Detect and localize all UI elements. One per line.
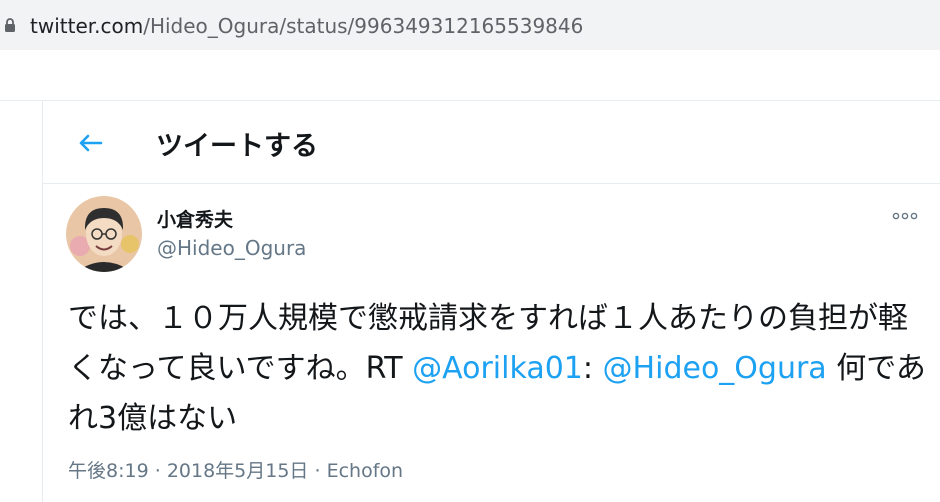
tweet-source[interactable]: Echofon xyxy=(327,460,403,482)
tweet-text-part: : xyxy=(582,351,603,386)
tweet-page-header: ツイートする xyxy=(43,101,940,184)
more-dots-icon xyxy=(892,212,918,220)
lock-icon[interactable] xyxy=(2,17,18,33)
tweet-date[interactable]: 2018年5月15日 xyxy=(167,460,309,482)
arrow-left-icon xyxy=(79,134,103,152)
browser-address-bar[interactable]: twitter.com/Hideo_Ogura/status/996349312… xyxy=(0,0,940,51)
tweet-meta: 午後8:19 · 2018年5月15日 · Echofon xyxy=(68,456,403,483)
tweet-text: では、１０万人規模で懲戒請求をすれば１人あたりの負担が軽くなって良いですね。RT… xyxy=(68,294,928,444)
page-title: ツイートする xyxy=(156,131,318,162)
avatar[interactable] xyxy=(66,196,142,272)
mention-link[interactable]: @Hideo_Ogura xyxy=(603,351,827,386)
author-handle[interactable]: @Hideo_Ogura xyxy=(157,236,306,260)
mention-link[interactable]: @Aorilka01 xyxy=(412,351,583,386)
url-domain: twitter.com xyxy=(30,14,144,38)
meta-separator: · xyxy=(154,460,161,482)
tweet-time[interactable]: 午後8:19 xyxy=(68,460,149,482)
author-name[interactable]: 小倉秀夫 xyxy=(157,205,233,232)
back-button[interactable] xyxy=(71,125,109,161)
url-text[interactable]: twitter.com/Hideo_Ogura/status/996349312… xyxy=(30,14,583,38)
url-path: /Hideo_Ogura/status/996349312165539846 xyxy=(143,14,584,38)
page-top-spacer xyxy=(0,50,940,100)
meta-separator: · xyxy=(314,460,321,482)
more-options-button[interactable] xyxy=(888,206,922,226)
